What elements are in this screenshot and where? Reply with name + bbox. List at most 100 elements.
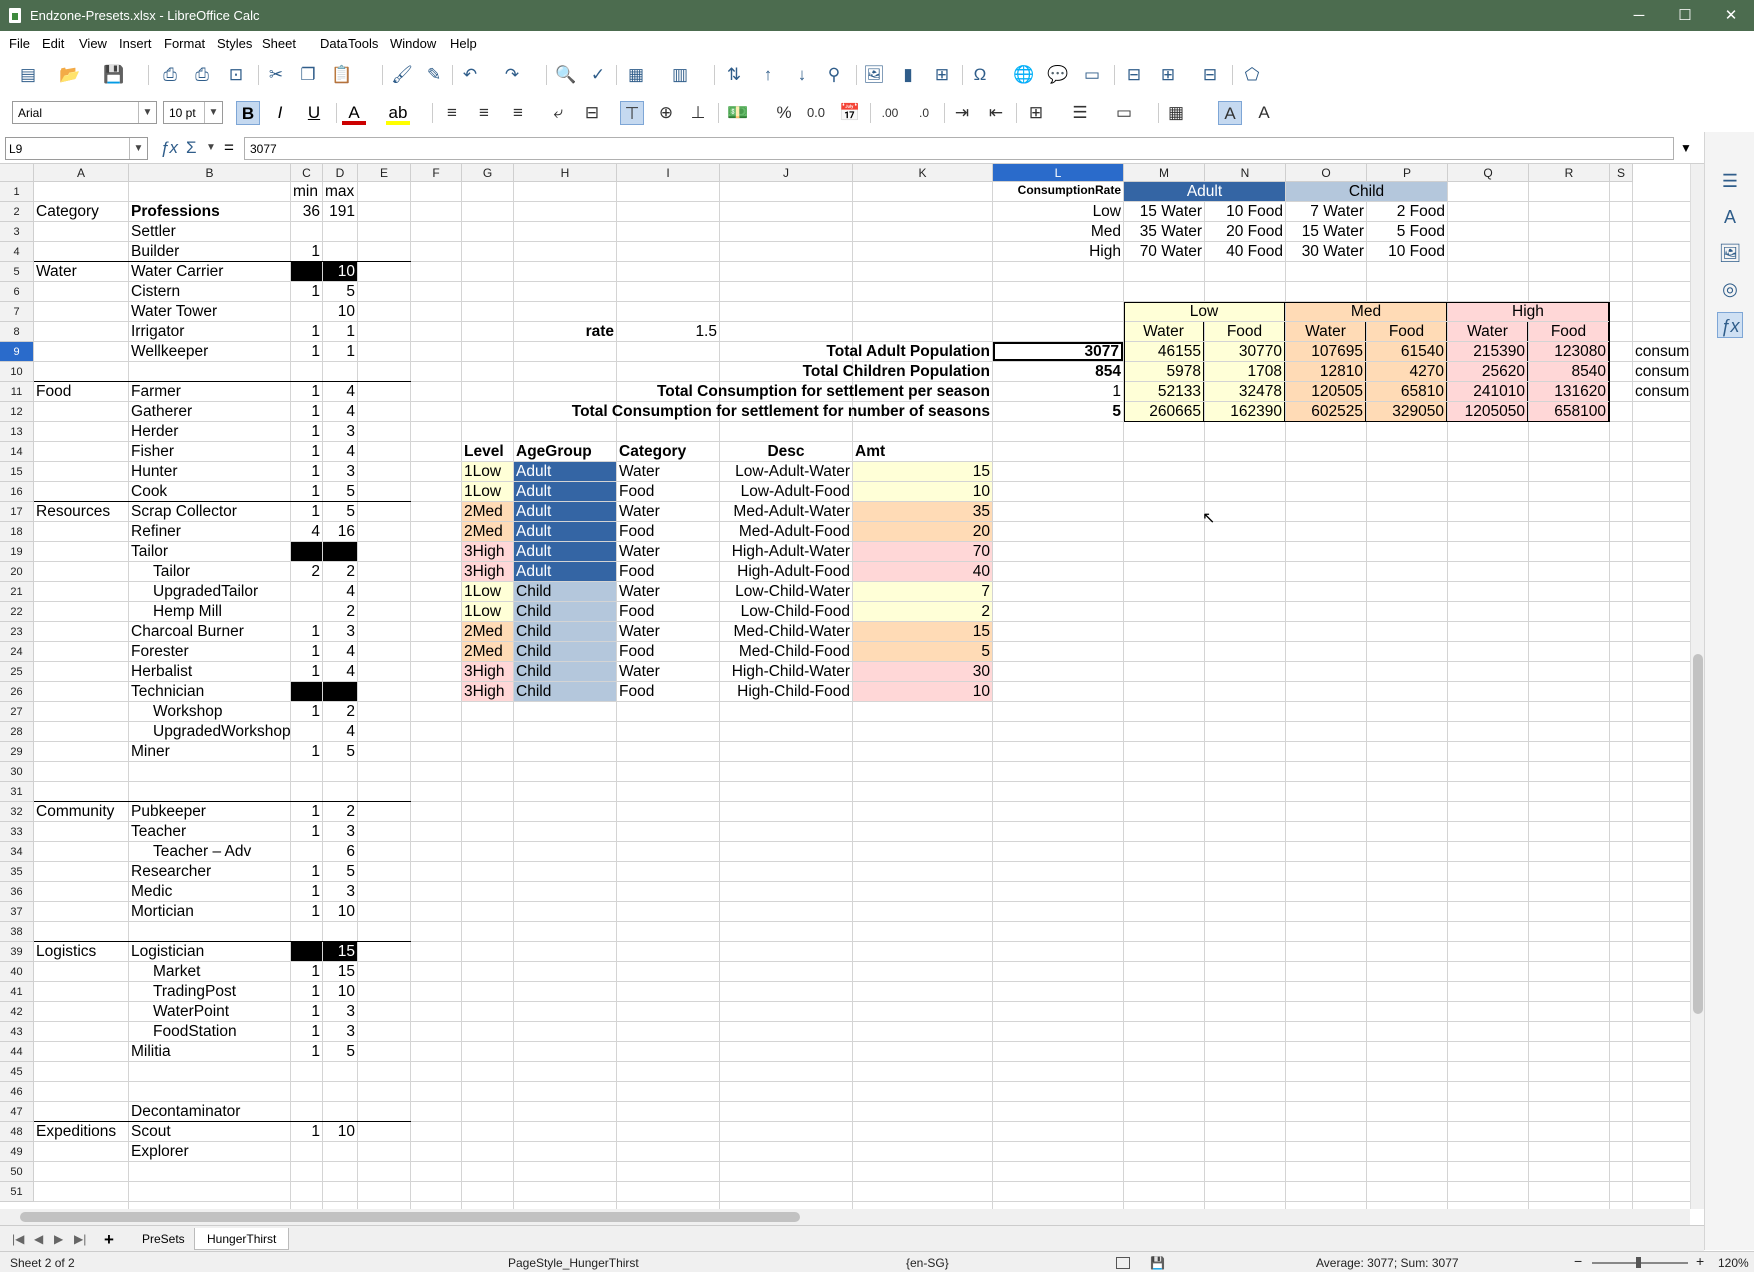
page-style[interactable]: PageStyle_HungerThirst <box>508 1256 639 1270</box>
cell-b15[interactable]: Hunter <box>129 462 290 481</box>
row-header-7[interactable]: 7 <box>0 302 34 322</box>
cell-n8[interactable]: Food <box>1205 322 1285 341</box>
cell-a17[interactable]: Resources <box>34 502 128 521</box>
column-icon[interactable]: ▥ <box>668 63 692 87</box>
cell-g15[interactable]: 1Low <box>462 462 513 481</box>
font-name-box[interactable]: Arial ▼ <box>12 101 157 124</box>
cell-l4[interactable]: High <box>993 242 1123 261</box>
cell-b9[interactable]: Wellkeeper <box>129 342 290 361</box>
increase-indent-icon[interactable]: ⇥ <box>950 101 974 125</box>
cell-l9[interactable]: 3077 <box>993 342 1123 361</box>
cell-d33[interactable]: 3 <box>323 822 357 841</box>
cell-j15[interactable]: Low-Adult-Water <box>720 462 852 481</box>
sort-ascending-icon[interactable]: ↑ <box>756 63 780 87</box>
cell-h24[interactable]: Child <box>514 642 616 661</box>
column-header-c[interactable]: C <box>291 164 323 182</box>
column-header-e[interactable]: E <box>358 164 411 182</box>
row-header-32[interactable]: 32 <box>0 802 34 822</box>
conditional-format-icon[interactable]: ▦ <box>1164 101 1188 125</box>
row-header-20[interactable]: 20 <box>0 562 34 582</box>
cell-m7[interactable]: Low <box>1124 302 1285 321</box>
cell-t10[interactable]: consum <box>1633 362 1690 381</box>
cell-d17[interactable]: 5 <box>323 502 357 521</box>
column-header-b[interactable]: B <box>129 164 291 182</box>
export-pdf-icon[interactable]: ⎙ <box>158 63 182 87</box>
cell-b36[interactable]: Medic <box>129 882 290 901</box>
cell-o8[interactable]: Water <box>1286 322 1366 341</box>
cell-b41[interactable]: TradingPost <box>129 982 290 1001</box>
cell-d11[interactable]: 4 <box>323 382 357 401</box>
cell-c33[interactable]: 1 <box>291 822 322 841</box>
column-header-d[interactable]: D <box>323 164 358 182</box>
cell-c36[interactable]: 1 <box>291 882 322 901</box>
cell-c42[interactable]: 1 <box>291 1002 322 1021</box>
cell-d36[interactable]: 3 <box>323 882 357 901</box>
paste-icon[interactable]: 📋 <box>330 63 354 87</box>
last-sheet-icon[interactable]: ▶| <box>70 1228 90 1250</box>
cell-g14[interactable]: Level <box>462 442 513 461</box>
bold-icon[interactable]: B <box>236 101 260 125</box>
sum-icon[interactable]: Σ <box>186 138 197 158</box>
cell-d8[interactable]: 1 <box>323 322 357 341</box>
column-header-q[interactable]: Q <box>1448 164 1529 182</box>
cell-n3[interactable]: 20 Food <box>1205 222 1285 241</box>
find-replace-icon[interactable]: 🔍 <box>554 63 578 87</box>
row-header-9[interactable]: 9 <box>0 342 34 362</box>
cell-r8[interactable]: Food <box>1529 322 1609 341</box>
cell-d22[interactable]: 2 <box>323 602 357 621</box>
cell-b8[interactable]: Irrigator <box>129 322 290 341</box>
cell-d35[interactable]: 5 <box>323 862 357 881</box>
cell-i14[interactable]: Category <box>617 442 719 461</box>
insert-chart-icon[interactable]: ▮ <box>896 63 920 87</box>
cell-d34[interactable]: 6 <box>323 842 357 861</box>
define-print-area-icon[interactable]: ⊟ <box>1122 63 1146 87</box>
column-header-l[interactable]: L <box>993 164 1124 182</box>
cell-c9[interactable]: 1 <box>291 342 322 361</box>
cell-d1[interactable]: max <box>323 182 357 201</box>
cell-l11[interactable]: 1 <box>993 382 1123 401</box>
cell-b13[interactable]: Herder <box>129 422 290 441</box>
row-header-31[interactable]: 31 <box>0 782 34 802</box>
cell-b25[interactable]: Herbalist <box>129 662 290 681</box>
cell-d21[interactable]: 4 <box>323 582 357 601</box>
cell-i22[interactable]: Food <box>617 602 719 621</box>
cell-b48[interactable]: Scout <box>129 1122 290 1141</box>
column-header-g[interactable]: G <box>462 164 514 182</box>
cell-t11[interactable]: consum <box>1633 382 1690 401</box>
cell-c14[interactable]: 1 <box>291 442 322 461</box>
row-header-14[interactable]: 14 <box>0 442 34 462</box>
cell-o10[interactable]: 12810 <box>1286 362 1366 381</box>
cell-k14[interactable]: Amt <box>853 442 992 461</box>
previous-sheet-icon[interactable]: ◀ <box>30 1228 47 1250</box>
row-header-46[interactable]: 46 <box>0 1082 34 1102</box>
cell-b37[interactable]: Mortician <box>129 902 290 921</box>
cell-q12[interactable]: 1205050 <box>1448 402 1528 421</box>
cell-c24[interactable]: 1 <box>291 642 322 661</box>
row-header-30[interactable]: 30 <box>0 762 34 782</box>
cell-m3[interactable]: 35 Water <box>1124 222 1204 241</box>
menu-sheet[interactable]: Sheet <box>262 36 296 51</box>
cell-l1[interactable]: ConsumptionRate <box>993 182 1123 201</box>
cell-n4[interactable]: 40 Food <box>1205 242 1285 261</box>
cell-b35[interactable]: Researcher <box>129 862 290 881</box>
row-header-16[interactable]: 16 <box>0 482 34 502</box>
row-header-43[interactable]: 43 <box>0 1022 34 1042</box>
comment-icon[interactable]: 💬 <box>1046 63 1070 87</box>
cell-p8[interactable]: Food <box>1367 322 1447 341</box>
row-header-19[interactable]: 19 <box>0 542 34 562</box>
sheet-tab-hungerthirst[interactable]: HungerThirst <box>194 1228 290 1250</box>
row-header-12[interactable]: 12 <box>0 402 34 422</box>
formula-icon[interactable]: = <box>224 138 234 158</box>
cell-b27[interactable]: Workshop <box>129 702 290 721</box>
row-header-38[interactable]: 38 <box>0 922 34 942</box>
cell-j22[interactable]: Low-Child-Food <box>720 602 852 621</box>
cell-d16[interactable]: 5 <box>323 482 357 501</box>
close-button[interactable]: ✕ <box>1708 0 1754 31</box>
column-header-f[interactable]: F <box>411 164 462 182</box>
cell-d5[interactable]: 10 <box>323 262 357 281</box>
cell-c37[interactable]: 1 <box>291 902 322 921</box>
cell-n2[interactable]: 10 Food <box>1205 202 1285 221</box>
cell-d39[interactable]: 15 <box>323 942 357 961</box>
decrease-indent-icon[interactable]: ⇤ <box>984 101 1008 125</box>
expand-formula-icon[interactable]: ▼ <box>1680 141 1692 155</box>
